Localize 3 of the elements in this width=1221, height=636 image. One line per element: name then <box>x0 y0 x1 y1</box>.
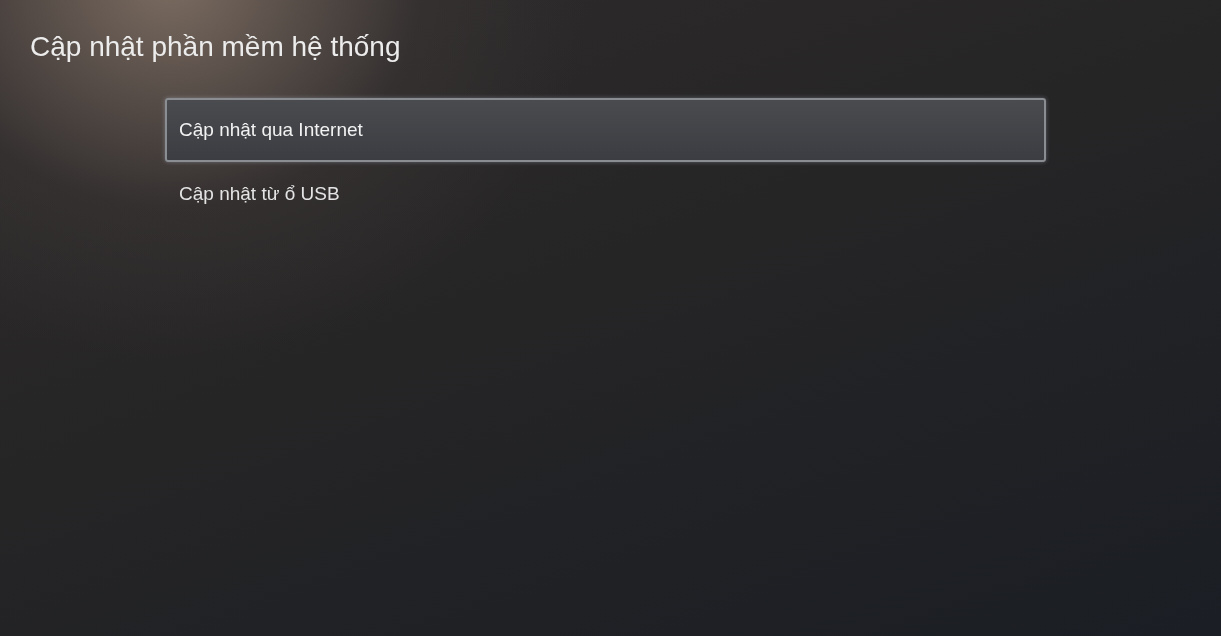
page-title: Cập nhật phần mềm hệ thống <box>29 30 402 64</box>
menu-item[interactable]: Cập nhật qua Internet <box>165 97 1046 163</box>
menu-item[interactable]: Cập nhật từ ổ USB <box>165 162 1046 227</box>
